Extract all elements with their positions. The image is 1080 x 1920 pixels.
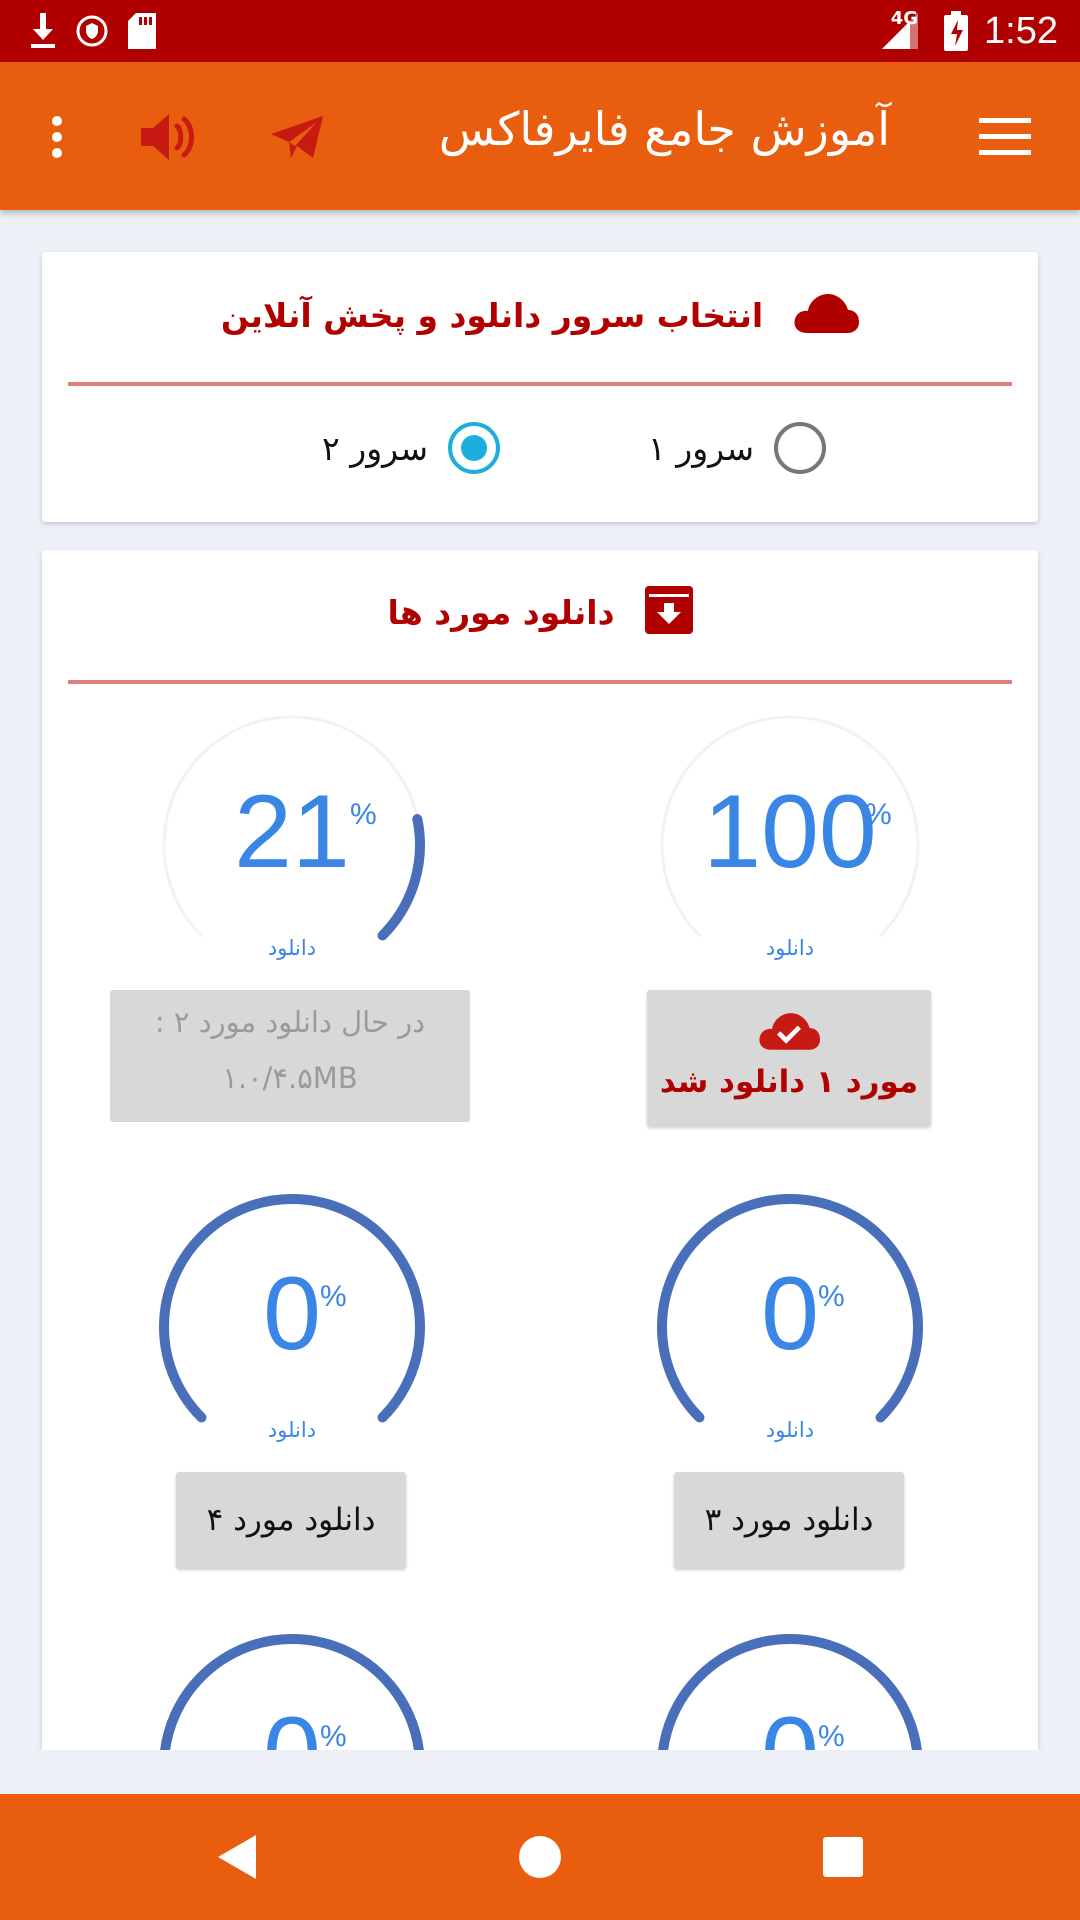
system-navigation-bar (0, 1794, 1080, 1920)
signal-icon (882, 0, 918, 62)
item-2-progress-line1: در حال دانلود مورد ۲ : (154, 1005, 426, 1039)
recents-icon[interactable] (810, 1824, 876, 1890)
radio-server-1-label: سرور ۱ (648, 428, 754, 468)
radio-server-2-label: سرور ۲ (322, 428, 428, 468)
item-1-downloaded-label: مورد ۱ دانلود شد (659, 1064, 919, 1100)
gauge-item-1-percent-sign: % (865, 798, 892, 831)
gauge-item-2-percent-sign: % (350, 798, 377, 831)
cloud-icon (793, 291, 860, 339)
gauge-item-2-value: 21 (234, 774, 350, 890)
downloads-card-title: دانلود مورد ها (387, 592, 615, 632)
item-2-downloading-button: در حال دانلود مورد ۲ : ۱.۰/۴.۵MB (110, 990, 470, 1122)
radio-server-2-circle[interactable] (448, 422, 500, 474)
gauge-item-2: 21 % دانلود (157, 710, 427, 980)
gauge-item-6: 0 % (157, 1632, 427, 1750)
more-options-icon[interactable] (22, 102, 92, 172)
back-icon[interactable] (205, 1824, 271, 1890)
downloads-card-divider (68, 680, 1012, 684)
gauge-item-5-percent-sign: % (818, 1720, 845, 1750)
server-selection-card: انتخاب سرور دانلود و پخش آنلاین سرور ۱ س… (42, 252, 1038, 522)
item-2-progress-line2: ۱.۰/۴.۵MB (222, 1061, 358, 1095)
gauge-item-6-percent-sign: % (320, 1720, 347, 1750)
gauge-item-1-caption: دانلود (765, 936, 815, 960)
gauge-item-5: 0 % (655, 1632, 925, 1750)
volume-icon[interactable] (132, 102, 202, 172)
vpn-shield-icon (76, 0, 108, 62)
radio-server-1-circle[interactable] (774, 422, 826, 474)
battery-charging-icon (944, 0, 968, 62)
content-area[interactable]: انتخاب سرور دانلود و پخش آنلاین سرور ۱ س… (0, 210, 1080, 1750)
gauge-item-1: 100 % دانلود (655, 710, 925, 980)
status-bar: 4G 1:52 (0, 0, 1080, 62)
telegram-icon[interactable] (262, 102, 332, 172)
gauge-item-3: 0 % دانلود (655, 1192, 925, 1462)
gauge-item-3-caption: دانلود (765, 1418, 815, 1442)
clock: 1:52 (984, 9, 1058, 52)
gauge-item-1-value: 100 (703, 774, 877, 890)
download-item-3-button[interactable]: دانلود مورد ۳ (674, 1472, 904, 1568)
gauge-item-3-value: 0 (761, 1256, 819, 1372)
server-card-title: انتخاب سرور دانلود و پخش آنلاین (220, 295, 764, 335)
gauge-item-4-percent-sign: % (320, 1280, 347, 1313)
sd-card-icon (128, 0, 156, 62)
menu-hamburger-icon[interactable] (970, 102, 1040, 172)
gauge-item-6-value: 0 (157, 1702, 427, 1750)
downloads-card-header: دانلود مورد ها (42, 580, 1038, 644)
gauge-item-4-value: 0 (263, 1256, 321, 1372)
radio-server-1[interactable]: سرور ۱ (648, 422, 826, 474)
app-title: آموزش جامع فایرفاکس (438, 102, 890, 156)
download-notification-icon (28, 0, 58, 62)
download-item-4-button[interactable]: دانلود مورد ۴ (176, 1472, 406, 1568)
cloud-check-icon (647, 990, 931, 1060)
server-card-header: انتخاب سرور دانلود و پخش آنلاین (42, 280, 1038, 350)
gauge-item-4: 0 % دانلود (157, 1192, 427, 1462)
server-card-divider (68, 382, 1012, 386)
gauge-item-5-value: 0 (655, 1702, 925, 1750)
app-bar: آموزش جامع فایرفاکس (0, 62, 1080, 210)
downloads-card: دانلود مورد ها 100 % دانلود مورد ۱ دانلو… (42, 550, 1038, 1750)
gauge-item-2-caption: دانلود (267, 936, 317, 960)
item-1-downloaded-button[interactable]: مورد ۱ دانلود شد (647, 990, 931, 1126)
radio-server-2[interactable]: سرور ۲ (322, 422, 500, 474)
gauge-item-4-caption: دانلود (267, 1418, 317, 1442)
home-icon[interactable] (507, 1824, 573, 1890)
download-box-icon (644, 586, 693, 638)
gauge-item-3-percent-sign: % (818, 1280, 845, 1313)
